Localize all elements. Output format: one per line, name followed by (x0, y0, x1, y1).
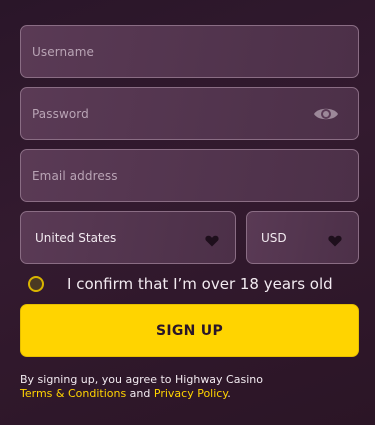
privacy-link[interactable]: Privacy Policy (154, 387, 227, 400)
username-field[interactable]: Username (20, 25, 359, 78)
country-select[interactable]: United States (20, 211, 236, 264)
age-confirm-row[interactable]: I confirm that I’m over 18 years old (28, 274, 358, 296)
age-confirm-radio[interactable] (28, 276, 44, 292)
sign-up-button[interactable]: SIGN UP (20, 304, 359, 357)
currency-select[interactable]: USD (246, 211, 359, 264)
heart-icon (328, 232, 342, 246)
currency-value: USD (261, 230, 287, 245)
heart-icon (205, 232, 219, 246)
terms-prefix: By signing up, you agree to Highway Casi… (20, 373, 263, 386)
terms-notice: By signing up, you agree to Highway Casi… (20, 373, 360, 401)
age-confirm-label: I confirm that I’m over 18 years old (67, 275, 333, 293)
username-placeholder: Username (32, 44, 94, 59)
terms-suffix: . (227, 387, 231, 400)
email-placeholder: Email address (32, 168, 118, 183)
terms-and: and (126, 387, 154, 400)
email-field[interactable]: Email address (20, 149, 359, 202)
terms-link[interactable]: Terms & Conditions (20, 387, 126, 400)
password-placeholder: Password (32, 106, 89, 121)
password-field[interactable]: Password (20, 87, 359, 140)
country-value: United States (35, 230, 117, 245)
eye-icon[interactable] (313, 105, 339, 123)
